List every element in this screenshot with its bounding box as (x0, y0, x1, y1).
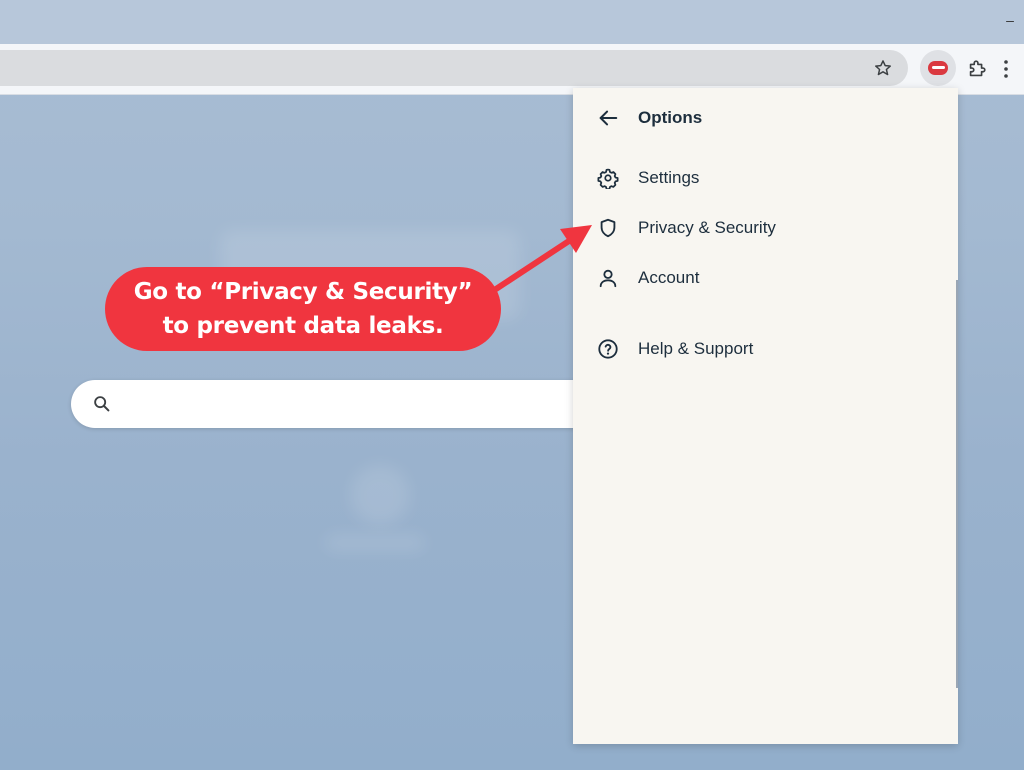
star-icon[interactable] (870, 55, 896, 81)
menu-item-label: Privacy & Security (638, 218, 776, 237)
expressvpn-extension-button[interactable] (920, 50, 956, 86)
puzzle-icon[interactable] (962, 54, 992, 84)
menu-item-label: Help & Support (638, 339, 754, 358)
menu-item-label: Account (638, 268, 700, 287)
menu-item-settings[interactable]: Settings (595, 163, 699, 193)
panel-scrollbar[interactable] (956, 280, 958, 688)
menu-item-privacy-security[interactable]: Privacy & Security (595, 213, 776, 243)
callout-line-2: to prevent data leaks. (162, 313, 444, 339)
minimize-button[interactable]: – (1004, 13, 1016, 27)
window-titlebar: – (0, 0, 1024, 44)
puzzle-icon-glyph (969, 60, 986, 77)
menu-item-label: Settings (638, 168, 700, 187)
expressvpn-logo-icon (928, 61, 948, 75)
options-header: Options (595, 103, 702, 133)
gear-icon (595, 165, 621, 191)
menu-item-help-support[interactable]: Help & Support (595, 334, 753, 364)
search-icon (91, 393, 113, 415)
kebab-dots (1004, 60, 1008, 78)
address-bar[interactable] (0, 50, 908, 86)
arrow-left-icon[interactable] (595, 105, 621, 131)
star-icon-glyph (875, 60, 891, 76)
options-panel: Options Settings Privacy & Security Acco… (573, 88, 958, 744)
blurred-shortcut (350, 465, 410, 525)
callout-arrow (493, 225, 592, 292)
callout-bubble: Go to “Privacy & Security” to prevent da… (105, 267, 501, 351)
search-box[interactable] (71, 380, 631, 428)
menu-item-account[interactable]: Account (595, 263, 699, 293)
callout-line-1: Go to “Privacy & Security” (133, 279, 473, 305)
kebab-menu-icon[interactable] (1002, 58, 1010, 80)
blurred-shortcut-label (325, 535, 425, 551)
question-circle-icon (595, 336, 621, 362)
options-title: Options (638, 108, 703, 127)
